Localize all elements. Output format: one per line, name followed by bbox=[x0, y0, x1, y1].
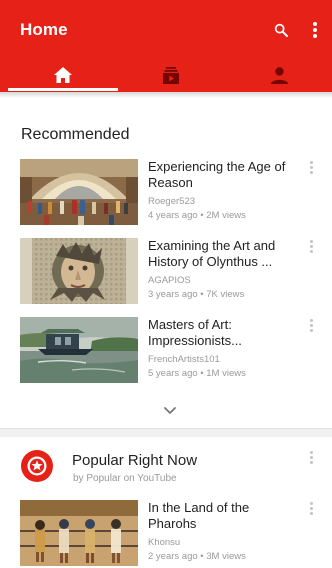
video-thumbnail[interactable] bbox=[20, 317, 138, 383]
video-item[interactable]: In the Land of the Pharohs Khonsu 2 year… bbox=[20, 500, 320, 568]
section-divider bbox=[0, 428, 332, 437]
video-title[interactable]: Masters of Art: Impressionists... bbox=[148, 317, 298, 349]
channel-section-title[interactable]: Popular Right Now bbox=[72, 452, 197, 469]
app-bar: Home bbox=[0, 0, 332, 92]
star-badge-icon bbox=[27, 456, 47, 476]
more-vert-icon bbox=[309, 512, 313, 515]
video-more-button[interactable] bbox=[306, 502, 316, 520]
thumbnail-image bbox=[20, 159, 138, 225]
more-vert-icon bbox=[309, 456, 313, 459]
more-vert-icon bbox=[309, 451, 313, 454]
tab-subscriptions[interactable] bbox=[116, 58, 226, 92]
channel-more-button[interactable] bbox=[306, 451, 316, 469]
video-meta: 3 years ago • 7K views bbox=[148, 289, 245, 300]
more-vert-icon bbox=[309, 171, 313, 174]
more-vert-icon bbox=[309, 461, 313, 464]
thumbnail-image bbox=[20, 500, 138, 566]
tab-bar bbox=[0, 58, 332, 92]
channel-section-byline: by Popular on YouTube bbox=[73, 473, 177, 484]
subscriptions-icon bbox=[163, 66, 179, 84]
home-icon bbox=[54, 67, 72, 83]
video-thumbnail[interactable] bbox=[20, 159, 138, 225]
selected-tab-indicator bbox=[8, 88, 118, 91]
more-vert-icon bbox=[309, 166, 313, 169]
account-icon bbox=[270, 66, 288, 84]
more-vert-icon bbox=[309, 161, 313, 164]
video-title[interactable]: Experiencing the Age of Reason bbox=[148, 159, 298, 191]
app-bar-shadow bbox=[0, 92, 332, 98]
video-channel: AGAPIOS bbox=[148, 275, 191, 286]
video-more-button[interactable] bbox=[306, 240, 316, 258]
video-channel: Roeger523 bbox=[148, 196, 196, 207]
channel-avatar[interactable] bbox=[21, 450, 53, 482]
more-vert-icon bbox=[309, 240, 313, 243]
tab-account[interactable] bbox=[224, 58, 332, 92]
video-meta: 5 years ago • 1M views bbox=[148, 368, 246, 379]
chevron-down-icon[interactable] bbox=[162, 405, 178, 417]
more-vert-icon bbox=[309, 250, 313, 253]
video-channel: Khonsu bbox=[148, 537, 181, 548]
more-vert-icon bbox=[309, 507, 313, 510]
search-icon bbox=[274, 23, 288, 37]
app-bar-top-row: Home bbox=[0, 0, 332, 58]
more-vert-icon bbox=[309, 329, 313, 332]
page-title: Home bbox=[20, 20, 68, 39]
more-vert-icon bbox=[309, 324, 313, 327]
video-more-button[interactable] bbox=[306, 161, 316, 179]
video-meta: 4 years ago • 2M views bbox=[148, 210, 246, 221]
more-vert-icon bbox=[313, 22, 317, 38]
video-title[interactable]: In the Land of the Pharohs bbox=[148, 500, 298, 532]
more-vert-icon bbox=[309, 245, 313, 248]
video-thumbnail[interactable] bbox=[20, 238, 138, 304]
video-thumbnail[interactable] bbox=[20, 500, 138, 566]
video-item[interactable]: Experiencing the Age of Reason Roeger523… bbox=[20, 159, 320, 227]
video-item[interactable]: Masters of Art: Impressionists... French… bbox=[20, 317, 320, 385]
video-more-button[interactable] bbox=[306, 319, 316, 337]
thumbnail-image bbox=[20, 317, 138, 383]
thumbnail-image bbox=[20, 238, 138, 304]
more-options-button[interactable] bbox=[301, 16, 329, 44]
more-vert-icon bbox=[309, 319, 313, 322]
video-channel: FrenchArtists101 bbox=[148, 354, 220, 365]
video-title[interactable]: Examining the Art and History of Olynthu… bbox=[148, 238, 298, 270]
search-button[interactable] bbox=[267, 16, 295, 44]
more-vert-icon bbox=[309, 502, 313, 505]
video-item[interactable]: Examining the Art and History of Olynthu… bbox=[20, 238, 320, 306]
tab-home[interactable] bbox=[8, 58, 118, 92]
section-heading-recommended: Recommended bbox=[21, 126, 130, 143]
video-meta: 2 years ago • 3M views bbox=[148, 551, 246, 562]
